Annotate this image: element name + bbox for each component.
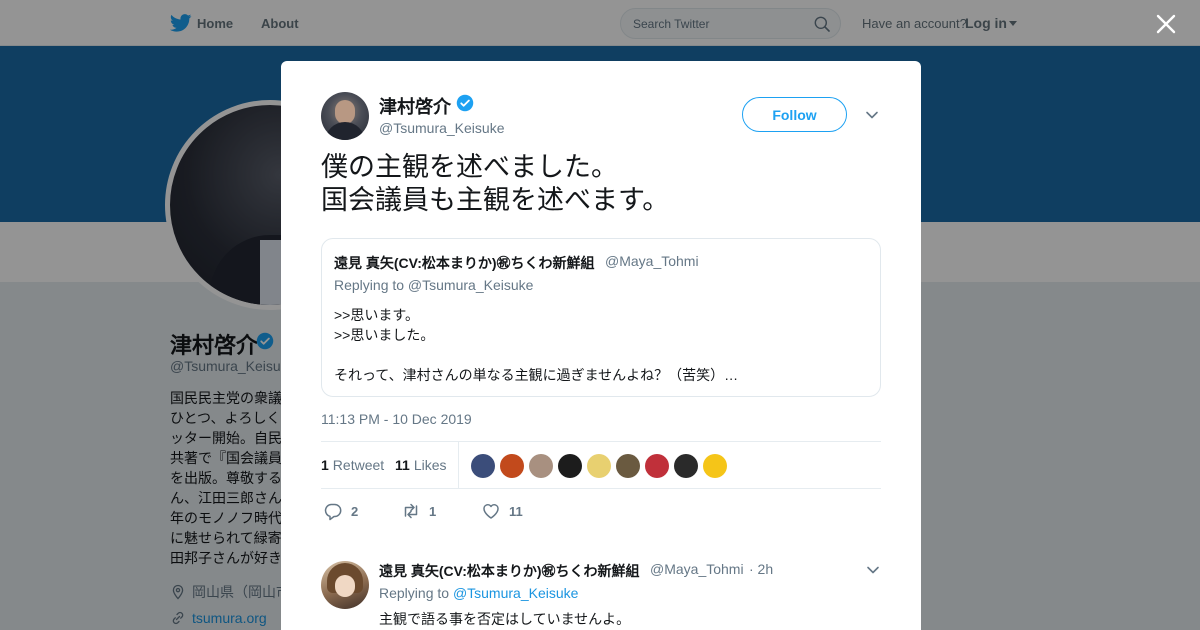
quote-text-line: >>思います。 (334, 307, 419, 323)
quote-text-line: それって、津村さんの単なる主観に過ぎませんよね？（苦笑）… (334, 367, 739, 383)
avatar-face (335, 100, 355, 124)
retweets-label: Retweet (332, 457, 385, 473)
tweet-text-line: 国会議員も主観を述べます。 (321, 185, 670, 216)
liker-avatar[interactable] (616, 454, 640, 478)
liker-avatar[interactable] (703, 454, 727, 478)
reply-author-avatar[interactable] (321, 561, 369, 609)
liker-avatar[interactable] (674, 454, 698, 478)
author-avatar[interactable] (321, 92, 369, 140)
tweet-text-line: 僕の主観を述べました。 (321, 152, 618, 183)
tweet-modal: 津村啓介 @Tsumura_Keisuke Follow 僕の主観を述べました。… (281, 61, 921, 630)
chevron-down-icon[interactable] (866, 564, 880, 576)
author-name[interactable]: 津村啓介 (379, 93, 451, 119)
like-count: 11 (509, 503, 523, 519)
likes-count: 11 (395, 457, 410, 473)
replying-prefix: Replying to (379, 585, 450, 601)
reply-replying-to: Replying to @Tsumura_Keisuke (379, 585, 578, 601)
retweet-count: 1 (429, 503, 437, 519)
reply-text: 主観で語る事を否定はしていませんよ。 (379, 611, 631, 627)
quote-text-line (334, 345, 738, 365)
reply-author-handle[interactable]: @Maya_Tohmi (650, 561, 744, 577)
tweet-stats: 1 Retweet 11 Likes (321, 441, 881, 489)
reply-count: 2 (351, 503, 359, 519)
quote-author-name: 遠見 真矢(CV:松本まりか)㊗ちくわ新鮮組 (334, 255, 595, 271)
quote-replying-to: Replying to @Tsumura_Keisuke (334, 277, 534, 293)
heart-icon (483, 504, 499, 519)
liker-avatar[interactable] (471, 454, 495, 478)
retweets-stat[interactable]: 1 Retweet (321, 457, 384, 473)
tweet-actions: 2 1 11 (321, 501, 881, 525)
reply-timestamp[interactable]: · 2h (749, 561, 773, 577)
liker-avatar[interactable] (500, 454, 524, 478)
author-handle[interactable]: @Tsumura_Keisuke (379, 120, 505, 136)
liker-avatar[interactable] (529, 454, 553, 478)
quoted-tweet[interactable]: 遠見 真矢(CV:松本まりか)㊗ちくわ新鮮組 @Maya_Tohmi Reply… (321, 238, 881, 397)
retweets-count: 1 (321, 457, 329, 473)
liker-avatar[interactable] (558, 454, 582, 478)
quote-text: >>思います。 >>思いました。 それって、津村さんの単なる主観に過ぎませんよね… (334, 305, 738, 385)
retweet-button[interactable]: 1 (401, 501, 436, 521)
like-button[interactable]: 11 (481, 501, 523, 521)
stats-divider (458, 442, 459, 488)
avatar-face (335, 575, 355, 597)
liker-avatar[interactable] (587, 454, 611, 478)
quote-author-handle: @Maya_Tohmi (605, 253, 699, 269)
reply-button[interactable]: 2 (323, 501, 358, 521)
replying-mention[interactable]: @Tsumura_Keisuke (453, 585, 579, 601)
likes-stat[interactable]: 11 Likes (395, 457, 447, 473)
close-icon[interactable] (1154, 12, 1178, 36)
verified-icon (456, 94, 474, 112)
reply-icon (324, 503, 342, 521)
avatar-body (325, 122, 365, 140)
chevron-down-icon[interactable] (865, 109, 879, 121)
quote-text-line: >>思いました。 (334, 327, 435, 343)
retweet-icon (404, 503, 418, 519)
tweet-text: 僕の主観を述べました。 国会議員も主観を述べます。 (321, 151, 881, 217)
likes-label: Likes (413, 457, 447, 473)
reply-author-name[interactable]: 遠見 真矢(CV:松本まりか)㊗ちくわ新鮮組 (379, 561, 640, 581)
liker-avatar[interactable] (645, 454, 669, 478)
tweet-timestamp[interactable]: 11:13 PM - 10 Dec 2019 (321, 411, 472, 427)
follow-button[interactable]: Follow (742, 97, 847, 132)
